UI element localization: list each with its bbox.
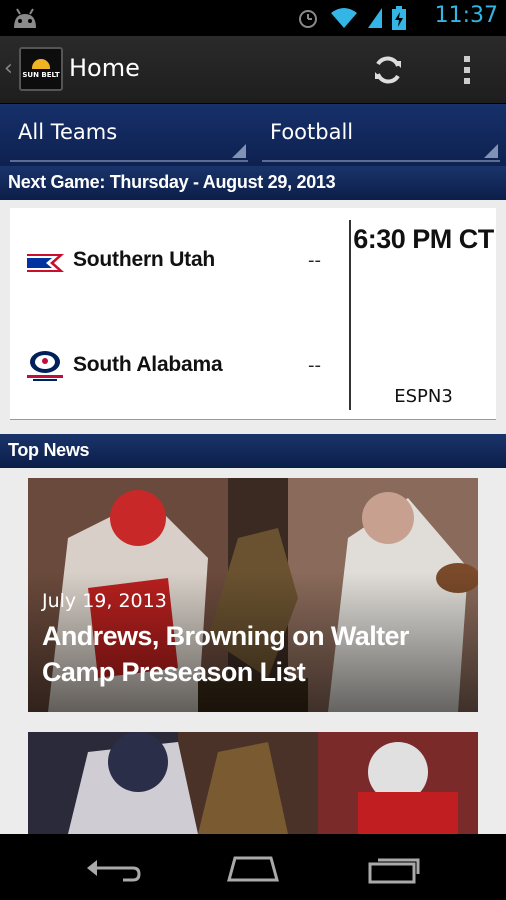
- news-item[interactable]: [28, 732, 478, 834]
- game-time: 6:30 PM CT: [353, 224, 494, 254]
- navigation-bar: [0, 834, 506, 900]
- wifi-icon: [331, 8, 357, 28]
- sun-icon: [32, 59, 50, 69]
- away-team-score: --: [308, 355, 321, 376]
- next-game-card[interactable]: Southern Utah -- South Alabama -- 6:30 P…: [10, 208, 496, 420]
- alarm-icon: [299, 10, 317, 28]
- app-screen: 11:37 ‹ SUN BELT Home All Teams Football: [0, 0, 506, 900]
- away-team-name: South Alabama: [73, 353, 223, 376]
- news-photo: [28, 732, 478, 834]
- home-team-name: Southern Utah: [73, 248, 216, 271]
- up-caret-icon[interactable]: ‹: [4, 56, 13, 81]
- battery-charging-icon: [392, 6, 406, 30]
- sport-filter-spinner[interactable]: Football: [262, 114, 500, 162]
- next-game-header: Next Game: Thursday - August 29, 2013: [0, 166, 506, 200]
- logo-text: SUN BELT: [22, 71, 60, 79]
- page-title: Home: [69, 54, 140, 82]
- home-team-score: --: [308, 250, 321, 271]
- southern-utah-logo: [27, 254, 64, 272]
- dropdown-arrow-icon: [484, 144, 498, 158]
- team-filter-value: All Teams: [18, 120, 118, 144]
- news-date: July 19, 2013: [42, 590, 167, 612]
- action-bar: ‹ SUN BELT Home: [0, 36, 506, 104]
- overflow-menu-icon[interactable]: [455, 52, 479, 88]
- filter-bar: All Teams Football: [0, 104, 506, 166]
- status-bar: 11:37: [0, 0, 506, 36]
- news-headline: Andrews, Browning on Walter Camp Preseas…: [42, 621, 409, 687]
- recent-apps-icon[interactable]: [364, 854, 424, 884]
- clock: 11:37: [434, 3, 498, 28]
- dropdown-arrow-icon: [232, 144, 246, 158]
- top-news-header: Top News: [0, 434, 506, 468]
- team-filter-spinner[interactable]: All Teams: [10, 114, 248, 162]
- away-team-row: South Alabama --: [10, 343, 350, 393]
- signal-icon: [368, 8, 382, 28]
- south-alabama-logo: [27, 351, 63, 381]
- refresh-icon[interactable]: [370, 52, 406, 88]
- broadcast-network: ESPN3: [394, 386, 453, 407]
- sport-filter-value: Football: [270, 120, 354, 144]
- news-item[interactable]: July 19, 2013 Andrews, Browning on Walte…: [28, 478, 478, 712]
- home-icon[interactable]: [223, 854, 283, 884]
- android-icon: [14, 8, 36, 28]
- back-icon[interactable]: [83, 854, 143, 884]
- app-logo[interactable]: SUN BELT: [19, 47, 63, 91]
- home-team-row: Southern Utah --: [10, 238, 350, 288]
